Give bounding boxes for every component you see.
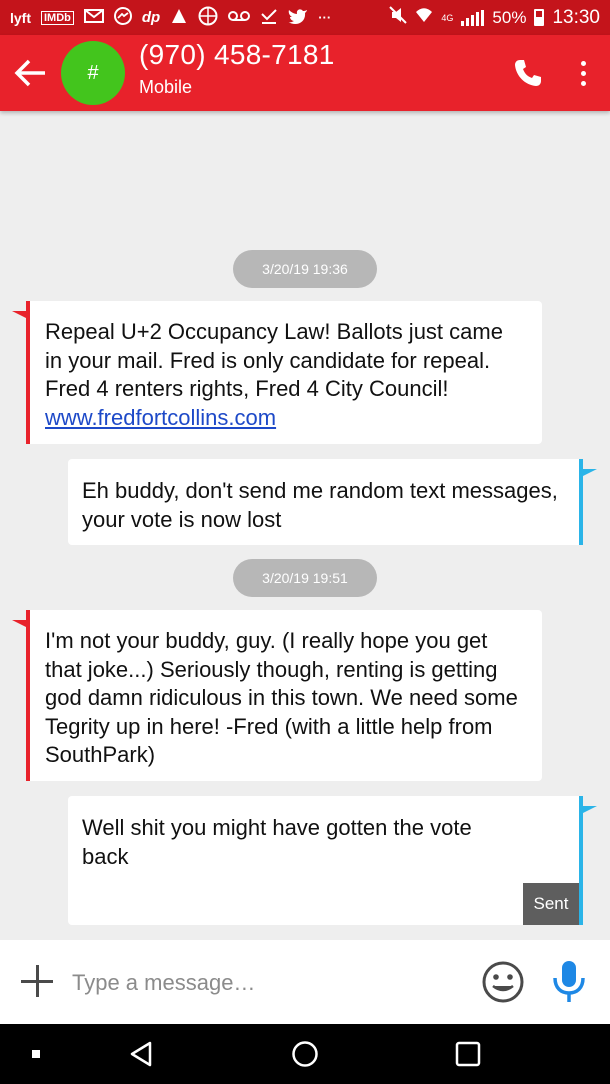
nav-recents-button[interactable] <box>443 1032 493 1076</box>
message-incoming-1[interactable]: Repeal U+2 Occupancy Law! Ballots just c… <box>12 301 542 444</box>
conversation-header: # (970) 458-7181 Mobile <box>0 35 610 111</box>
compose-bar <box>0 940 610 1024</box>
basketball-icon <box>198 6 218 30</box>
signal-icon <box>461 9 485 26</box>
mute-icon <box>389 6 408 29</box>
message-outgoing-2[interactable]: Well shit you might have gotten the vote… <box>68 796 597 925</box>
back-arrow-icon <box>14 59 45 87</box>
lyft-icon: lyft <box>10 9 31 26</box>
incoming-tail <box>12 620 26 627</box>
nav-home-button[interactable] <box>280 1032 330 1076</box>
outgoing-tail <box>583 806 597 813</box>
contact-avatar[interactable]: # <box>61 41 125 105</box>
outgoing-tail <box>583 469 597 476</box>
call-button[interactable] <box>508 53 548 93</box>
notification-icons: lyft IMDb dp ··· <box>10 6 331 30</box>
more-notifications-icon: ··· <box>318 10 332 25</box>
home-circle-icon <box>292 1041 318 1067</box>
imdb-icon: IMDb <box>41 10 74 25</box>
contact-type: Mobile <box>139 77 193 97</box>
system-nav-bar <box>0 1024 610 1084</box>
incoming-accent-bar <box>26 301 30 444</box>
recents-square-icon <box>455 1041 481 1067</box>
dp-icon: dp <box>141 9 161 26</box>
wifi-icon <box>415 7 433 28</box>
timestamp-2: 3/20/19 19:51 <box>233 559 377 597</box>
gmail-icon <box>83 8 104 27</box>
battery-icon <box>534 9 545 26</box>
incoming-accent-bar <box>26 610 30 781</box>
message-text: Eh buddy, don't send me random text mess… <box>82 478 558 532</box>
battery-percent: 50% <box>492 7 527 27</box>
status-bar: lyft IMDb dp ··· 4G 50% 13:30 <box>0 0 610 35</box>
message-text: Repeal U+2 Occupancy Law! Ballots just c… <box>45 319 503 401</box>
message-input[interactable] <box>72 963 462 1003</box>
smiley-icon <box>482 961 524 1003</box>
voicemail-icon <box>228 9 251 26</box>
back-button[interactable] <box>10 53 50 93</box>
twitter-icon <box>288 8 308 28</box>
message-text: Well shit you might have gotten the vote… <box>82 815 472 869</box>
back-triangle-icon <box>130 1041 152 1067</box>
incoming-tail <box>12 311 26 318</box>
attach-button[interactable] <box>16 960 58 1002</box>
timestamp-1: 3/20/19 19:36 <box>233 250 377 288</box>
app-icon <box>170 7 188 29</box>
download-check-icon <box>260 8 278 28</box>
network-type: 4G <box>441 12 454 23</box>
nav-back-button[interactable] <box>116 1032 166 1076</box>
nav-extra-button[interactable] <box>11 1032 61 1076</box>
overflow-menu-button[interactable] <box>566 53 600 93</box>
system-status: 4G 50% 13:30 <box>389 0 600 35</box>
phone-icon <box>515 60 541 86</box>
message-link[interactable]: www.fredfortcollins.com <box>45 405 276 430</box>
message-incoming-2[interactable]: I'm not your buddy, guy. (I really hope … <box>12 610 542 781</box>
messenger-icon <box>113 6 132 29</box>
voice-input-button[interactable] <box>548 958 590 1006</box>
emoji-button[interactable] <box>481 960 525 1004</box>
more-vert-icon <box>580 60 586 66</box>
sent-status-badge: Sent <box>523 883 579 925</box>
message-text: I'm not your buddy, guy. (I really hope … <box>45 628 518 767</box>
message-outgoing-1[interactable]: Eh buddy, don't send me random text mess… <box>68 459 597 545</box>
contact-number: (970) 458-7181 <box>139 39 335 70</box>
microphone-icon <box>553 961 585 1002</box>
dot-icon <box>32 1050 40 1058</box>
clock: 13:30 <box>552 6 600 28</box>
outgoing-accent-bar <box>579 796 583 925</box>
